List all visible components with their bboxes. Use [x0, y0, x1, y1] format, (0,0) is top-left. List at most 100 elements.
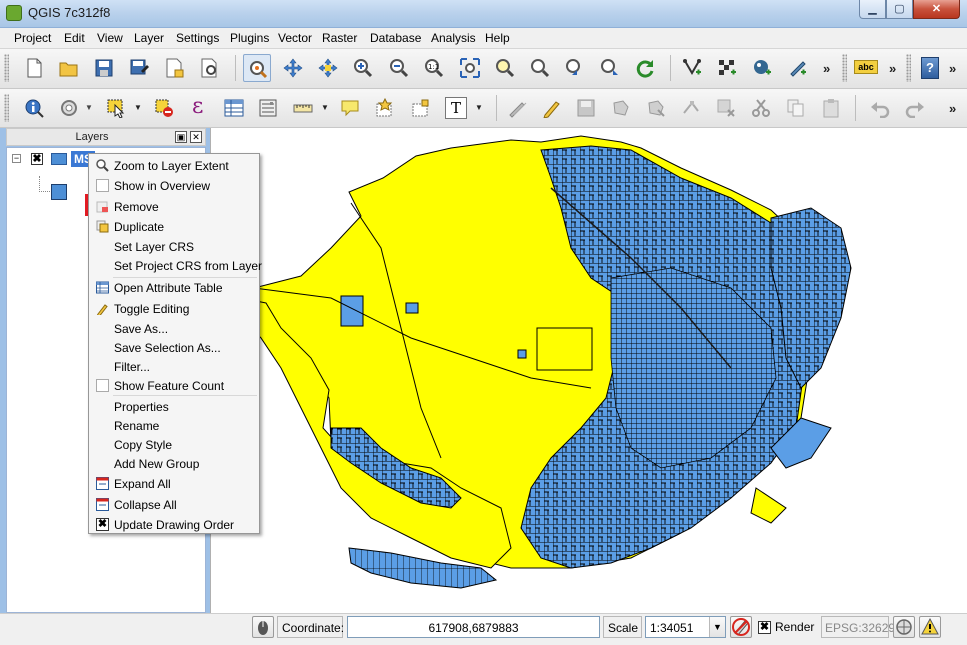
menu-view[interactable]: View [97, 31, 123, 45]
menu-item-update-drawing-order[interactable]: ✖ Update Drawing Order [91, 515, 257, 534]
menu-edit[interactable]: Edit [64, 31, 85, 45]
move-feature-button[interactable] [642, 94, 670, 122]
cut-features-button[interactable] [747, 94, 775, 122]
new-project-button[interactable] [20, 54, 48, 82]
menu-item-rename[interactable]: Rename [91, 416, 257, 435]
menu-item-add-new-group[interactable]: Add New Group [91, 454, 257, 473]
render-checkbox[interactable]: ✖ [758, 621, 771, 634]
add-vector-layer-button[interactable] [678, 54, 706, 82]
toolbar-overflow-button[interactable]: » [823, 61, 830, 76]
toolbar-handle[interactable] [4, 54, 9, 82]
stop-render-button[interactable] [730, 616, 752, 638]
messages-button[interactable] [919, 616, 941, 638]
select-dropdown-arrow-icon[interactable]: ▼ [134, 103, 142, 112]
text-annotation-button[interactable]: T ▼ [441, 94, 489, 122]
undo-button[interactable] [866, 94, 894, 122]
delete-selected-button[interactable] [712, 94, 740, 122]
zoom-actual-size-button[interactable]: 1:1 [420, 54, 448, 82]
menu-item-collapse-all[interactable]: Collapse All [91, 495, 257, 514]
measure-line-dropdown-arrow-icon[interactable]: ▼ [321, 103, 329, 112]
epsg-label[interactable]: EPSG:32629 [821, 616, 895, 638]
crs-status-button[interactable] [893, 616, 915, 638]
show-bookmarks-button[interactable] [406, 94, 434, 122]
minimize-button[interactable]: ▁ [859, 0, 886, 19]
node-tool-button[interactable] [677, 94, 705, 122]
collapse-layer-icon[interactable]: − [12, 154, 21, 163]
zoom-last-button[interactable] [561, 54, 589, 82]
zoom-next-button[interactable] [596, 54, 624, 82]
help-button[interactable]: ? [916, 54, 944, 82]
pan-button[interactable] [279, 54, 307, 82]
new-print-composer-button[interactable] [160, 54, 188, 82]
save-as-button[interactable] [125, 54, 153, 82]
toolbar-handle[interactable] [906, 54, 911, 82]
menu-plugins[interactable]: Plugins [230, 31, 269, 45]
layer-visibility-checkbox[interactable]: ✖ [31, 153, 43, 165]
float-panel-button[interactable]: ▣ [175, 131, 187, 143]
menu-vector[interactable]: Vector [278, 31, 312, 45]
zoom-to-selection-button[interactable] [491, 54, 519, 82]
menu-layer[interactable]: Layer [134, 31, 164, 45]
identify-button[interactable] [20, 94, 48, 122]
select-button[interactable]: ▼ [102, 94, 144, 122]
zoom-in-button[interactable] [349, 54, 377, 82]
attribute-table-button[interactable] [220, 94, 248, 122]
menu-item-filter[interactable]: Filter... [91, 357, 257, 376]
add-raster-layer-button[interactable] [713, 54, 741, 82]
measure-button[interactable]: ▼ [55, 94, 93, 122]
toolbar-overflow-button[interactable]: » [889, 61, 896, 76]
add-spatialite-layer-button[interactable] [783, 54, 811, 82]
measure-line-button[interactable]: ▼ [289, 94, 331, 122]
add-postgis-layer-button[interactable] [748, 54, 776, 82]
toolbar-overflow-button[interactable]: » [949, 101, 956, 116]
menu-raster[interactable]: Raster [322, 31, 357, 45]
map-canvas[interactable] [210, 128, 967, 613]
close-button[interactable]: ✕ [913, 0, 960, 19]
menu-item-zoom-to-layer-extent[interactable]: Zoom to Layer Extent [91, 156, 257, 175]
zoom-out-button[interactable] [385, 54, 413, 82]
pan-map-button[interactable] [243, 54, 271, 82]
add-feature-button[interactable] [607, 94, 635, 122]
feature-count-checkbox-icon[interactable] [96, 379, 109, 392]
save-project-button[interactable] [90, 54, 118, 82]
menu-item-remove[interactable]: Remove [91, 197, 257, 216]
menu-item-save-as[interactable]: Save As... [91, 319, 257, 338]
label-tool-button[interactable]: abc [851, 54, 881, 82]
field-calculator-button[interactable] [254, 94, 282, 122]
open-project-button[interactable] [55, 54, 83, 82]
menu-settings[interactable]: Settings [176, 31, 219, 45]
coordinate-field[interactable]: 617908,6879883 [347, 616, 600, 638]
menu-item-expand-all[interactable]: Expand All [91, 474, 257, 493]
redo-button[interactable] [901, 94, 929, 122]
chevron-down-icon[interactable]: ▼ [709, 617, 725, 637]
menu-database[interactable]: Database [370, 31, 421, 45]
current-edits-button[interactable] [503, 94, 531, 122]
scale-combobox[interactable]: 1:34051 ▼ [645, 616, 726, 638]
menu-item-show-in-overview[interactable]: Show in Overview [91, 176, 257, 195]
save-edits-button[interactable] [572, 94, 600, 122]
layer-item[interactable]: − ✖ MS [9, 151, 99, 167]
toolbar-overflow-button[interactable]: » [949, 61, 956, 76]
menu-item-properties[interactable]: Properties [91, 397, 257, 416]
menu-item-copy-style[interactable]: Copy Style [91, 435, 257, 454]
new-bookmark-button[interactable] [371, 94, 399, 122]
toolbar-handle[interactable] [4, 94, 9, 122]
menu-item-show-feature-count[interactable]: Show Feature Count [91, 376, 257, 395]
measure-dropdown-arrow-icon[interactable]: ▼ [85, 103, 93, 112]
pan-to-selection-button[interactable] [314, 54, 342, 82]
zoom-full-button[interactable] [456, 54, 484, 82]
update-order-icon[interactable]: ✖ [96, 518, 109, 531]
close-panel-button[interactable]: ✕ [190, 131, 202, 143]
menu-item-toggle-editing[interactable]: Toggle Editing [91, 299, 257, 318]
menu-item-set-project-crs[interactable]: Set Project CRS from Layer [91, 256, 262, 275]
toggle-extents-button[interactable] [252, 616, 274, 638]
toolbar-handle[interactable] [842, 54, 847, 82]
menu-item-duplicate[interactable]: Duplicate [91, 217, 257, 236]
deselect-button[interactable] [150, 94, 178, 122]
overview-checkbox-icon[interactable] [96, 179, 109, 192]
menu-help[interactable]: Help [485, 31, 510, 45]
menu-analysis[interactable]: Analysis [431, 31, 476, 45]
composer-manager-button[interactable] [195, 54, 223, 82]
maximize-button[interactable]: ▢ [886, 0, 913, 19]
copy-features-button[interactable] [782, 94, 810, 122]
